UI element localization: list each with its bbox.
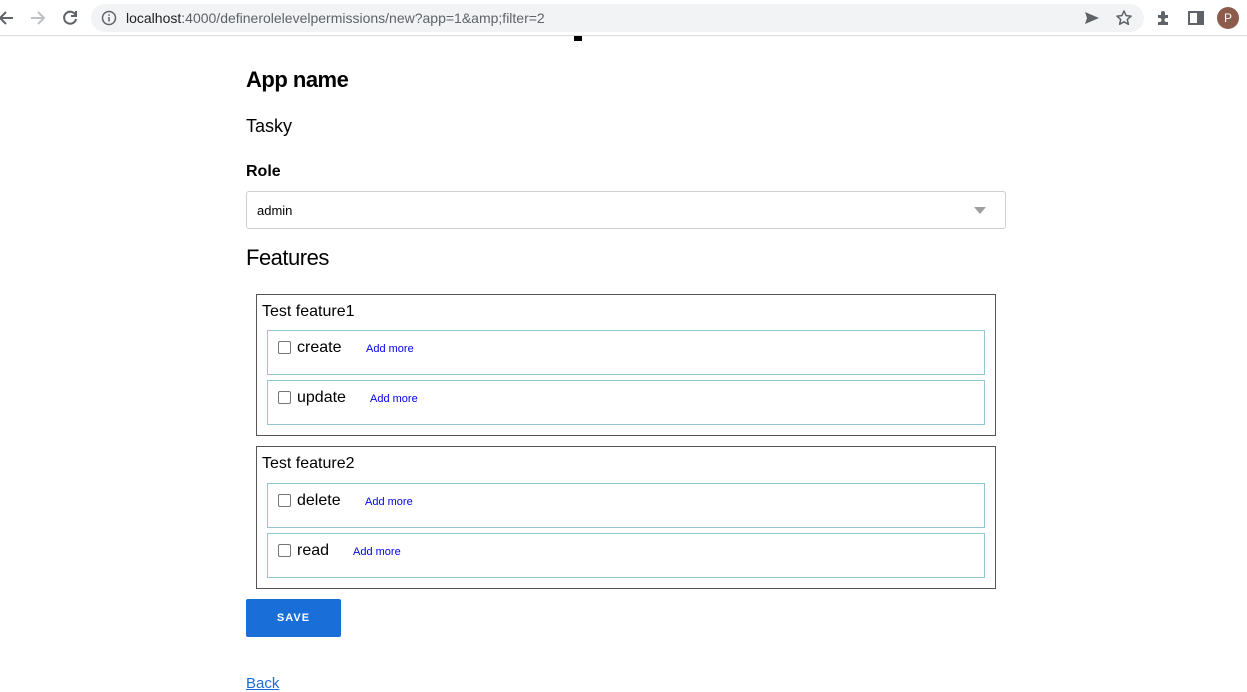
url-host: localhost — [126, 10, 182, 26]
permission-checkbox[interactable] — [278, 494, 291, 507]
info-icon[interactable] — [101, 10, 117, 31]
role-select-value: admin — [257, 203, 293, 218]
app-name-label: App name — [246, 67, 349, 92]
back-arrow-icon[interactable] — [0, 8, 16, 28]
add-more-link[interactable]: Add more — [370, 393, 418, 405]
url-path: :4000/definerolelevelpermissions/new?app… — [181, 10, 545, 26]
permission-row: delete Add more — [267, 483, 985, 528]
reload-icon[interactable] — [60, 8, 80, 28]
app-name-value: Tasky — [246, 116, 293, 136]
permission-checkbox[interactable] — [278, 341, 291, 354]
add-more-link[interactable]: Add more — [365, 496, 413, 508]
avatar[interactable]: P — [1217, 7, 1239, 29]
permission-name: delete — [297, 492, 341, 509]
permission-row: read Add more — [267, 533, 985, 578]
forward-arrow-icon[interactable] — [28, 8, 48, 28]
send-icon[interactable] — [1083, 9, 1101, 32]
permission-name: update — [297, 389, 346, 406]
heading-fragment — [574, 36, 582, 41]
permission-row: update Add more — [267, 380, 985, 425]
add-more-link[interactable]: Add more — [353, 546, 401, 558]
feature-name: Test feature2 — [262, 455, 355, 472]
url-text[interactable]: localhost:4000/definerolelevelpermission… — [126, 10, 545, 26]
role-label: Role — [246, 163, 281, 180]
side-panel-icon[interactable] — [1186, 8, 1206, 33]
save-button[interactable]: SAVE — [246, 599, 341, 637]
feature-name: Test feature1 — [262, 303, 355, 320]
chevron-down-icon — [974, 207, 986, 214]
feature-group: Test feature2 delete Add more read Add m… — [256, 446, 996, 589]
permission-checkbox[interactable] — [278, 391, 291, 404]
feature-group: Test feature1 create Add more update Add… — [256, 294, 996, 436]
star-icon[interactable] — [1115, 9, 1133, 32]
add-more-link[interactable]: Add more — [366, 343, 414, 355]
role-select[interactable]: admin — [246, 191, 1006, 229]
permission-name: create — [297, 339, 342, 356]
permission-row: create Add more — [267, 330, 985, 375]
permission-name: read — [297, 542, 330, 559]
address-bar[interactable]: localhost:4000/definerolelevelpermission… — [91, 4, 1144, 32]
extensions-icon[interactable] — [1154, 8, 1174, 33]
features-heading: Features — [246, 245, 329, 270]
browser-toolbar: localhost:4000/definerolelevelpermission… — [0, 0, 1247, 36]
permission-checkbox[interactable] — [278, 544, 291, 557]
